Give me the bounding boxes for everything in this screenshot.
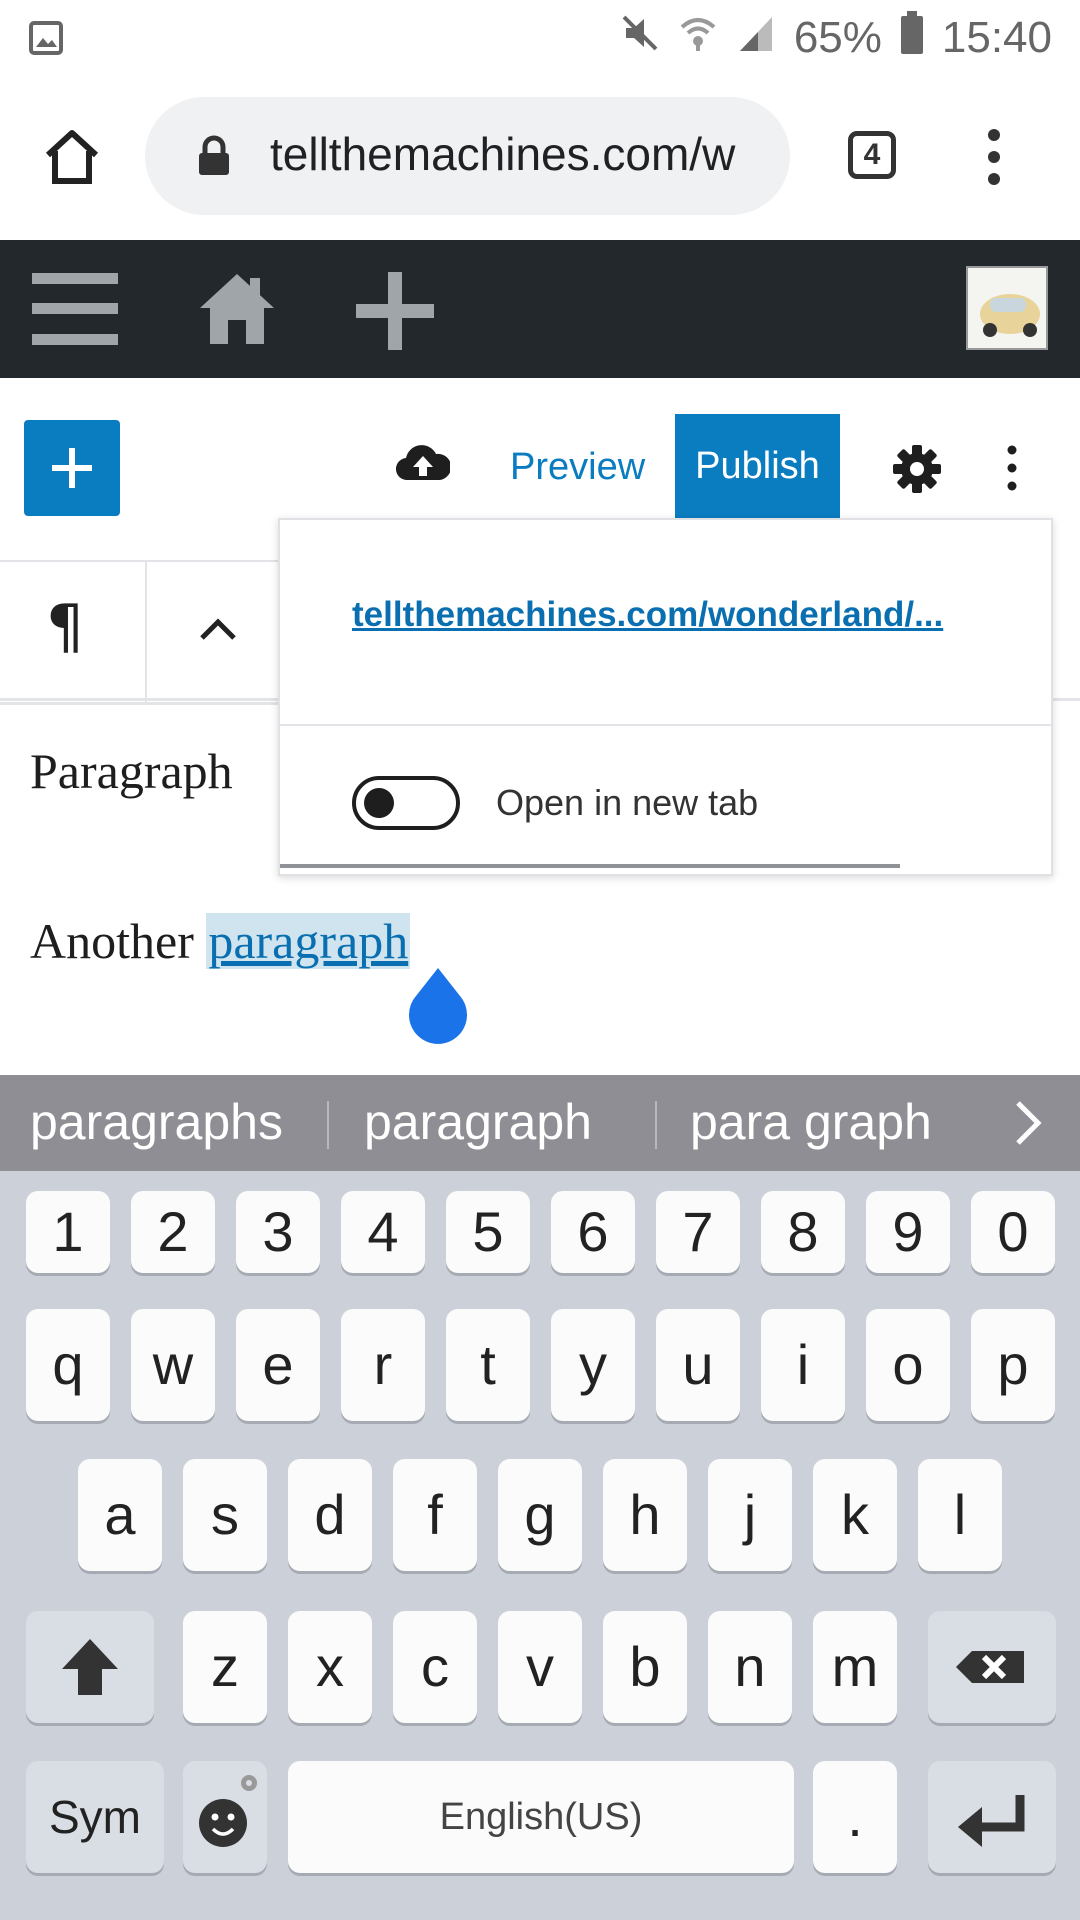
link-url[interactable]: tellthemachines.com/wonderland/... [352, 595, 943, 635]
key-0[interactable]: 0 [971, 1191, 1055, 1273]
publish-button[interactable]: Publish [675, 414, 840, 518]
paragraph-block[interactable]: Another paragraph [30, 912, 411, 970]
chevron-right-icon[interactable] [1014, 1099, 1042, 1159]
keyboard: 1 2 3 4 5 6 7 8 9 0 q w e r t y u i o p … [0, 1171, 1080, 1920]
mute-icon [620, 13, 660, 64]
address-bar[interactable]: tellthemachines.com/w [145, 97, 790, 215]
key-4[interactable]: 4 [341, 1191, 425, 1273]
key-v[interactable]: v [498, 1611, 582, 1723]
key-c[interactable]: c [393, 1611, 477, 1723]
key-m[interactable]: m [813, 1611, 897, 1723]
shift-key[interactable] [26, 1611, 154, 1723]
key-i[interactable]: i [761, 1309, 845, 1421]
battery-icon [900, 10, 924, 66]
paragraph-block[interactable]: Paragraph [30, 742, 233, 800]
key-k[interactable]: k [813, 1459, 897, 1571]
key-u[interactable]: u [656, 1309, 740, 1421]
symbols-key[interactable]: Sym [26, 1761, 164, 1873]
key-b[interactable]: b [603, 1611, 687, 1723]
wp-admin-bar [0, 240, 1080, 378]
key-r[interactable]: r [341, 1309, 425, 1421]
preview-button[interactable]: Preview [510, 446, 645, 489]
enter-key[interactable] [928, 1761, 1056, 1873]
image-notification-icon [28, 20, 64, 61]
toggle-label: Open in new tab [496, 782, 759, 823]
key-h[interactable]: h [603, 1459, 687, 1571]
key-o[interactable]: o [866, 1309, 950, 1421]
key-q[interactable]: q [26, 1309, 110, 1421]
key-a[interactable]: a [78, 1459, 162, 1571]
key-e[interactable]: e [236, 1309, 320, 1421]
period-key[interactable]: . [813, 1761, 897, 1873]
key-g[interactable]: g [498, 1459, 582, 1571]
more-options-icon[interactable] [1006, 444, 1018, 497]
lock-icon [197, 135, 231, 182]
key-9[interactable]: 9 [866, 1191, 950, 1273]
key-s[interactable]: s [183, 1459, 267, 1571]
menu-icon[interactable] [32, 273, 118, 350]
key-n[interactable]: n [708, 1611, 792, 1723]
spacebar[interactable]: English(US) [288, 1761, 794, 1873]
key-y[interactable]: y [551, 1309, 635, 1421]
clock: 15:40 [941, 13, 1052, 62]
user-avatar[interactable] [966, 266, 1048, 350]
key-1[interactable]: 1 [26, 1191, 110, 1273]
key-2[interactable]: 2 [131, 1191, 215, 1273]
backspace-icon [956, 1651, 1024, 1683]
add-block-button[interactable] [24, 420, 120, 516]
key-z[interactable]: z [183, 1611, 267, 1723]
wifi-icon [678, 13, 718, 64]
emoji-key[interactable] [183, 1761, 267, 1873]
settings-gear-icon[interactable] [892, 444, 942, 499]
open-in-new-tab-toggle[interactable] [352, 776, 460, 830]
key-j[interactable]: j [708, 1459, 792, 1571]
key-d[interactable]: d [288, 1459, 372, 1571]
paragraph-block-icon[interactable]: ¶ [46, 592, 84, 662]
paragraph-text: Another [30, 913, 207, 969]
enter-return-icon [958, 1795, 1025, 1847]
key-x[interactable]: x [288, 1611, 372, 1723]
selected-link-text[interactable]: paragraph [206, 913, 411, 969]
browser-menu-icon[interactable] [986, 127, 1002, 192]
save-draft-cloud-icon[interactable] [395, 440, 452, 491]
key-t[interactable]: t [446, 1309, 530, 1421]
key-p[interactable]: p [971, 1309, 1055, 1421]
key-5[interactable]: 5 [446, 1191, 530, 1273]
suggestion-bar: paragraphs paragraph para graph [0, 1075, 1080, 1171]
suggestion-item[interactable]: para graph [690, 1093, 932, 1151]
key-w[interactable]: w [131, 1309, 215, 1421]
site-home-icon[interactable] [198, 270, 276, 353]
link-popover: tellthemachines.com/wonderland/... Open … [278, 518, 1053, 876]
url-text: tellthemachines.com/w [270, 128, 736, 180]
browser-toolbar: tellthemachines.com/w 4 [0, 75, 1080, 240]
home-icon[interactable] [40, 125, 104, 194]
backspace-key[interactable] [928, 1611, 1056, 1723]
new-content-icon[interactable] [356, 272, 434, 355]
battery-percent: 65% [793, 13, 882, 62]
text-selection-handle[interactable] [408, 968, 468, 1046]
key-l[interactable]: l [918, 1459, 1002, 1571]
shift-arrow-icon [62, 1639, 118, 1695]
move-up-chevron-icon[interactable] [198, 614, 238, 647]
key-6[interactable]: 6 [551, 1191, 635, 1273]
key-8[interactable]: 8 [761, 1191, 845, 1273]
key-7[interactable]: 7 [656, 1191, 740, 1273]
block-toolbar: ¶ [0, 560, 280, 705]
tab-switcher-button[interactable]: 4 [848, 131, 896, 179]
suggestion-item[interactable]: paragraphs [30, 1093, 283, 1151]
suggestion-item[interactable]: paragraph [364, 1093, 592, 1151]
key-f[interactable]: f [393, 1459, 477, 1571]
emoji-smiley-icon [199, 1775, 257, 1847]
status-bar: 65% 15:40 [0, 0, 1080, 75]
signal-icon [736, 13, 776, 64]
key-3[interactable]: 3 [236, 1191, 320, 1273]
